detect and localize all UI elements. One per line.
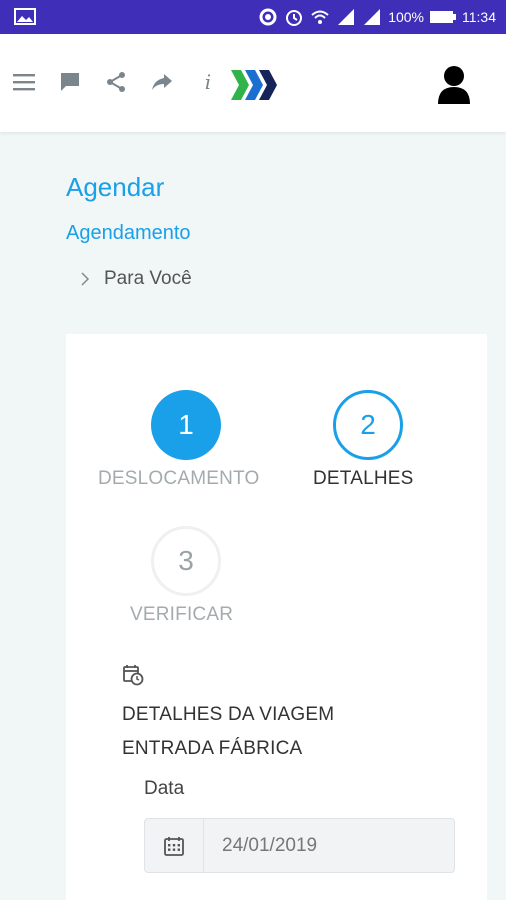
battery-percent: 100% bbox=[388, 9, 424, 25]
user-icon[interactable] bbox=[436, 64, 472, 104]
page-title: Agendar bbox=[66, 172, 165, 202]
step-2-circle[interactable]: 2 bbox=[333, 390, 403, 460]
date-field[interactable]: 24/01/2019 bbox=[144, 818, 455, 873]
menu-icon[interactable] bbox=[12, 70, 36, 94]
share-icon[interactable] bbox=[104, 70, 128, 94]
breadcrumb-link[interactable]: Agendamento bbox=[66, 222, 191, 245]
battery-icon bbox=[430, 11, 456, 23]
calendar-icon bbox=[164, 836, 184, 856]
trip-details-type: ENTRADA FÁBRICA bbox=[122, 738, 303, 759]
signal-2-icon bbox=[364, 9, 381, 25]
info-icon[interactable]: i bbox=[198, 70, 218, 94]
chevron-right-icon bbox=[81, 272, 90, 286]
alarm-icon bbox=[286, 10, 303, 26]
gallery-notification-icon bbox=[14, 8, 36, 25]
clock: 11:34 bbox=[462, 9, 496, 25]
signal-1-icon bbox=[338, 9, 355, 25]
sub-breadcrumb-label: Para Você bbox=[104, 268, 192, 289]
trip-details: DETALHES DA VIAGEM ENTRADA FÁBRICA bbox=[122, 698, 334, 766]
step-1-circle[interactable]: 1 bbox=[151, 390, 221, 460]
wifi-icon bbox=[311, 10, 329, 24]
step-2-label: DETALHES bbox=[313, 468, 414, 489]
chat-icon[interactable] bbox=[58, 70, 82, 94]
forward-icon[interactable] bbox=[150, 70, 174, 94]
date-picker-button[interactable] bbox=[145, 819, 204, 872]
trip-details-title: DETALHES DA VIAGEM bbox=[122, 704, 335, 725]
status-bar: 100% 11:34 bbox=[0, 0, 506, 34]
app-bar: i bbox=[0, 34, 506, 132]
sync-icon bbox=[259, 8, 277, 26]
date-value[interactable]: 24/01/2019 bbox=[204, 819, 454, 872]
calendar-clock-icon bbox=[123, 665, 144, 686]
date-label: Data bbox=[144, 778, 185, 799]
step-3-circle[interactable]: 3 bbox=[151, 526, 221, 596]
sub-breadcrumb[interactable]: Para Você bbox=[80, 268, 192, 290]
step-3-label: VERIFICAR bbox=[130, 604, 234, 625]
booking-card: 1 DESLOCAMENTO 2 DETALHES 3 VERIFICAR DE… bbox=[66, 334, 487, 900]
logo bbox=[231, 70, 277, 100]
step-1-label: DESLOCAMENTO bbox=[98, 468, 260, 489]
